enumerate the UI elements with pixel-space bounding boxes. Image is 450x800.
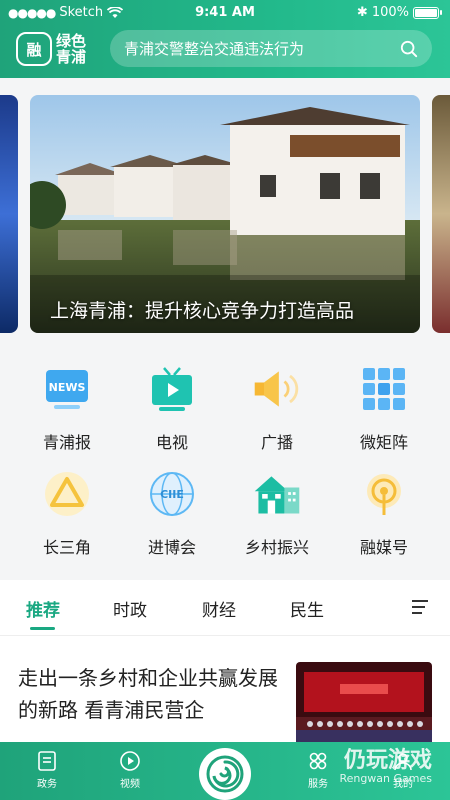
search-bar[interactable] [110,30,432,67]
delta-icon [41,468,93,520]
nav-item-video[interactable]: 视频 [105,750,155,790]
tab-politics[interactable]: 时政 [113,596,147,621]
village-icon [251,468,303,520]
banner-card[interactable]: 上海青浦：提升核心竞争力打造高品 [30,95,420,333]
status-bar: ●●●●● Sketch 9:41 AM ✱ 100% [0,0,450,26]
battery-group: ✱ 100% [357,5,442,20]
tabs-menu-icon[interactable] [412,600,428,618]
grid-item-micro-matrix[interactable]: 微矩阵 [329,363,439,455]
tab-finance[interactable]: 财经 [202,596,236,621]
article-thumbnail [296,662,432,752]
radio-icon [251,363,303,415]
media-icon [358,468,410,520]
grid-label: 乡村振兴 [244,538,309,557]
watermark-main: 仍玩游戏 [343,748,432,773]
nav-label: 政务 [37,779,57,790]
battery-label: 100% [371,5,409,20]
bottom-nav: 政务 视频 服务 我的 仍玩游戏 Rengwan Games [0,742,450,800]
battery-cap [440,10,442,15]
nav-item-government[interactable]: 政务 [22,750,72,790]
tab-livelihood[interactable]: 民生 [290,596,324,621]
search-icon[interactable] [400,40,418,58]
grid-label: 广播 [260,433,293,452]
watermark-sub: Rengwan Games [339,772,432,785]
article-item[interactable]: 走出一条乡村和企业共赢发展的新路 看青浦民营企 [0,636,450,752]
tab-recommended[interactable]: 推荐 [26,596,60,621]
services-icon [309,752,327,770]
carousel-next-card[interactable] [432,95,450,333]
grid-item-radio[interactable]: 广播 [222,363,332,455]
nav-label: 视频 [120,779,140,790]
news-icon: NEWS [41,363,93,415]
logo-text: 绿色青浦 [56,32,87,66]
tv-icon [146,363,198,415]
grid-label: 长三角 [42,538,91,557]
app-logo[interactable]: 融 绿色青浦 [16,30,96,68]
active-tab-indicator [30,627,55,630]
grid-label: 电视 [155,433,188,452]
play-icon [120,751,140,771]
nav-label: 服务 [308,779,328,790]
grid-label: 青浦报 [42,433,91,452]
grid-label: 进博会 [147,538,196,557]
svg-text:CIIE: CIIE [160,488,184,501]
banner-caption: 上海青浦：提升核心竞争力打造高品 [50,300,355,322]
feature-grid: NEWS 青浦报 电视 广播 微矩阵 长三角 CIIE 进博会 乡村振兴 融媒号 [0,355,450,560]
home-center-button[interactable] [199,748,251,800]
document-icon [38,751,56,771]
app-header: ●●●●● Sketch 9:41 AM ✱ 100% 融 绿色青浦 [0,0,450,78]
watermark: 仍玩游戏 Rengwan Games [339,742,432,785]
svg-text:NEWS: NEWS [49,381,86,394]
bluetooth-icon: ✱ [356,5,368,20]
grid-label: 融媒号 [359,538,408,557]
grid-item-media-account[interactable]: 融媒号 [329,468,439,560]
grid-item-qingpu-news[interactable]: NEWS 青浦报 [12,363,122,455]
grid-item-ciie[interactable]: CIIE 进博会 [117,468,227,560]
grid-item-tv[interactable]: 电视 [117,363,227,455]
grid-label: 微矩阵 [359,433,408,452]
ciie-icon: CIIE [146,468,198,520]
matrix-icon [358,363,410,415]
logo-mark-icon: 融 [16,32,52,66]
article-title: 走出一条乡村和企业共赢发展的新路 看青浦民营企 [18,666,278,722]
carousel-prev-card[interactable] [0,95,18,333]
news-tabs: 推荐 时政 财经 民生 [0,580,450,636]
search-input[interactable] [124,39,400,58]
nav-item-services[interactable]: 服务 [293,750,343,790]
banner-carousel[interactable]: 上海青浦：提升核心竞争力打造高品 [0,95,450,335]
swirl-logo-icon [206,755,244,793]
grid-item-rural-revitalization[interactable]: 乡村振兴 [222,468,332,560]
grid-item-yangtze-delta[interactable]: 长三角 [12,468,122,560]
battery-icon [413,6,439,19]
